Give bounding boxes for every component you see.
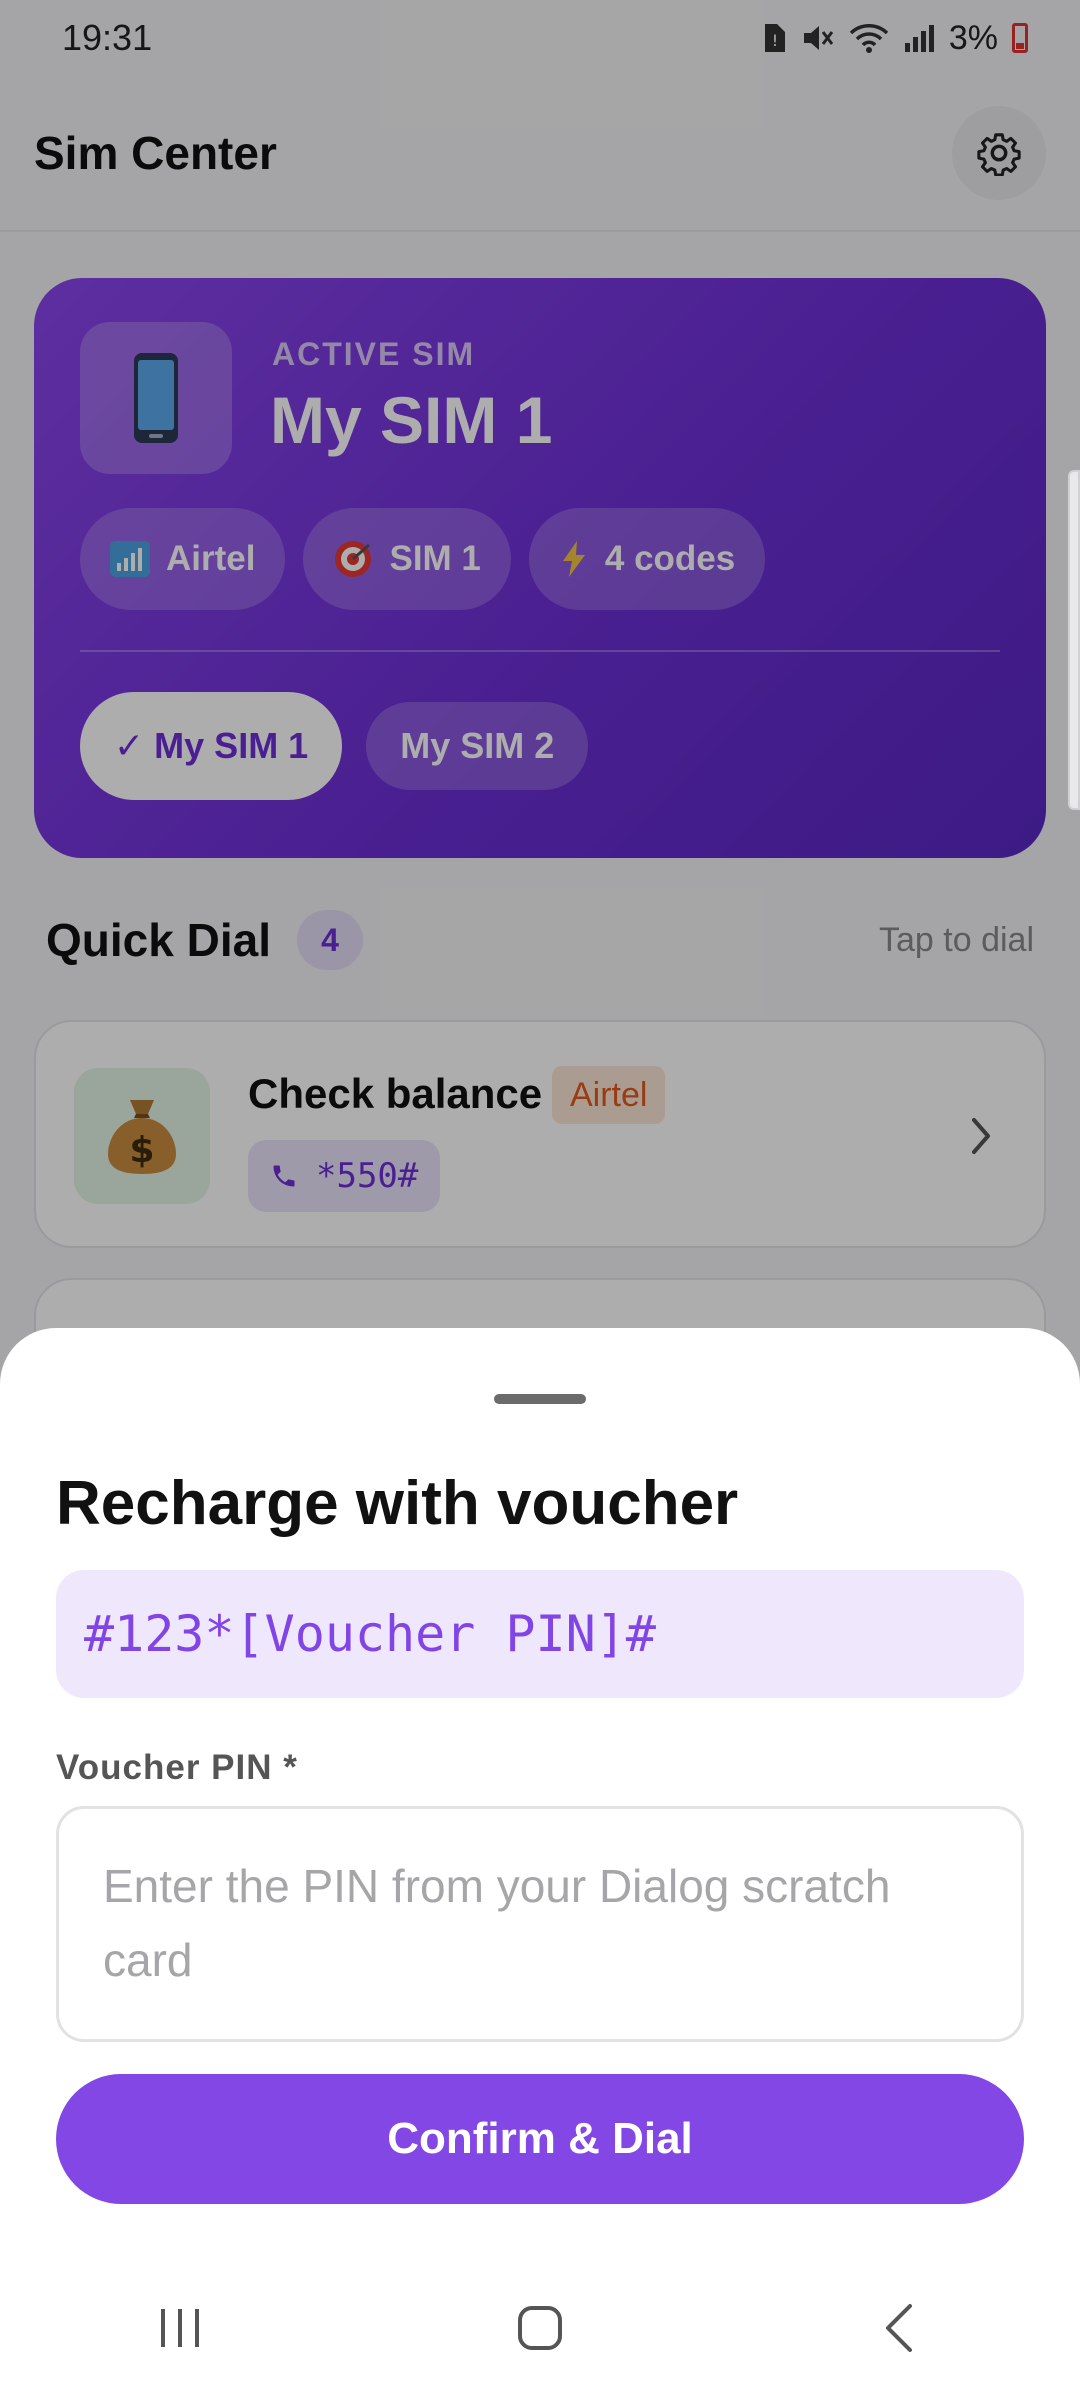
voucher-pin-input[interactable] bbox=[56, 1806, 1024, 2042]
recent-apps-icon bbox=[161, 2309, 199, 2347]
edge-panel-handle[interactable] bbox=[1068, 470, 1080, 810]
back-icon bbox=[886, 2304, 912, 2352]
home-button[interactable] bbox=[480, 2278, 600, 2378]
back-button[interactable] bbox=[840, 2278, 960, 2378]
sheet-title: Recharge with voucher bbox=[56, 1469, 739, 1538]
confirm-dial-button[interactable]: Confirm & Dial bbox=[56, 2074, 1024, 2204]
voucher-bottom-sheet: Recharge with voucher #123*[Voucher PIN]… bbox=[0, 1328, 1080, 2400]
recent-apps-button[interactable] bbox=[120, 2278, 240, 2378]
home-icon bbox=[518, 2306, 562, 2350]
sheet-drag-handle[interactable] bbox=[494, 1394, 586, 1404]
ussd-code-preview: #123*[Voucher PIN]# bbox=[56, 1570, 1024, 1698]
voucher-pin-label: Voucher PIN * bbox=[56, 1748, 298, 1787]
system-nav-bar bbox=[0, 2256, 1080, 2400]
